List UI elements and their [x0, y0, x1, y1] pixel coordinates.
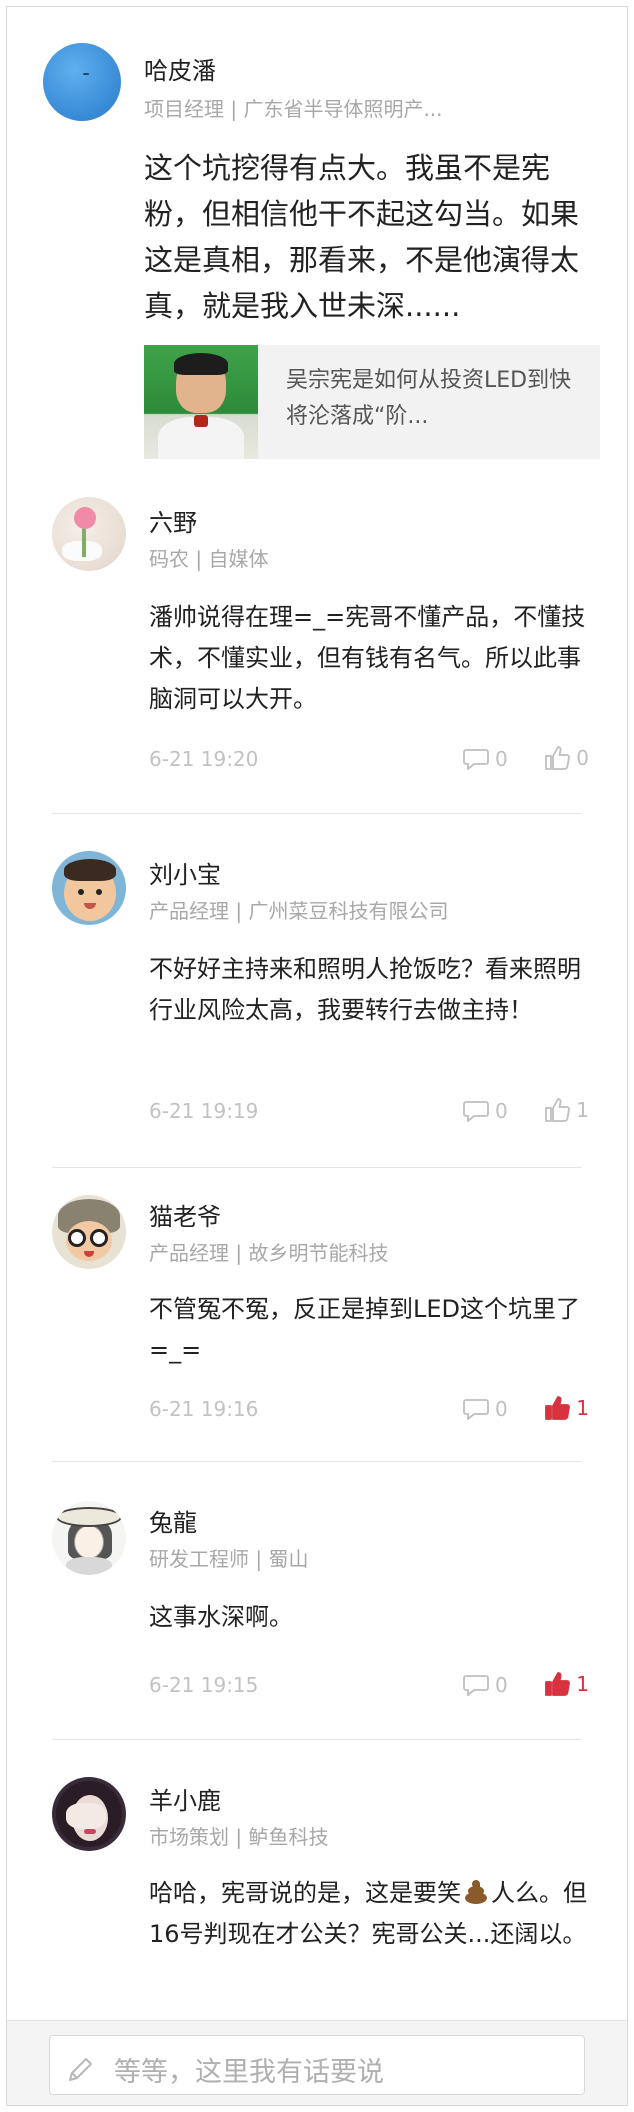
article-thumbnail	[144, 345, 258, 459]
divider	[52, 813, 582, 814]
commenter-name[interactable]: 羊小鹿	[149, 1781, 221, 1816]
thumbs-up-icon	[545, 1098, 571, 1122]
reply-button[interactable]: 0	[463, 1673, 508, 1697]
reply-count: 0	[495, 1099, 508, 1123]
commenter-avatar[interactable]	[52, 1501, 126, 1575]
commenter-meta: 码农 | 自媒体	[149, 547, 269, 571]
comment-time: 6-21 19:15	[149, 1673, 259, 1697]
comment-text: 潘帅说得在理=_=宪哥不懂产品，不懂技术，不懂实业，但有钱有名气。所以此事脑洞可…	[149, 603, 586, 713]
comment-bubble-icon	[463, 1675, 489, 1696]
like-button[interactable]: 1	[544, 1395, 589, 1421]
comment-input[interactable]: 等等，这里我有话要说	[49, 2035, 585, 2095]
comment-text: 不好好主持来和照明人抢饭吃？看来照明行业风险太高，我要转行去做主持！	[149, 955, 581, 1024]
comment-input-bar: 等等，这里我有话要说	[7, 2020, 627, 2105]
reply-count: 0	[495, 1397, 508, 1421]
like-button[interactable]: 1	[544, 1097, 589, 1123]
comment-text: 这事水深啊。	[149, 1603, 293, 1631]
poop-emoji	[463, 1880, 489, 1904]
like-count: 0	[576, 746, 589, 770]
divider	[52, 1739, 582, 1740]
comment-footer: 6-21 19:16 0 1	[149, 1395, 589, 1425]
comment-text: 哈哈，宪哥说的是，这是要笑 人么。但16号判现在才公关？宪哥公关...还阔以。	[149, 1873, 589, 1955]
commenter-meta: 产品经理 | 故乡明节能科技	[149, 1241, 389, 1265]
like-button[interactable]: 0	[544, 745, 589, 771]
comment-bubble-icon	[463, 1399, 489, 1420]
commenter-name[interactable]: 刘小宝	[149, 855, 221, 890]
pencil-icon	[69, 2058, 92, 2081]
like-count: 1	[576, 1396, 589, 1420]
input-placeholder: 等等，这里我有话要说	[114, 2057, 384, 2088]
comment-text-part: 哈哈，宪哥说的是，这是要笑	[149, 1879, 461, 1907]
comment-footer: 6-21 19:19 0 1	[149, 1097, 589, 1127]
reply-button[interactable]: 0	[463, 1397, 508, 1421]
comment-footer: 6-21 19:20 0 0	[149, 745, 589, 775]
commenter-avatar[interactable]	[52, 1195, 126, 1269]
divider	[52, 1461, 582, 1462]
author-meta: 项目经理 | 广东省半导体照明产...	[144, 97, 443, 121]
thumbs-up-icon	[545, 1396, 571, 1420]
comment-time: 6-21 19:16	[149, 1397, 259, 1421]
thumbs-up-icon	[545, 1672, 571, 1696]
comment-footer: 6-21 19:15 0 1	[149, 1671, 589, 1701]
like-count: 1	[576, 1672, 589, 1696]
commenter-meta: 产品经理 | 广州菜豆科技有限公司	[149, 899, 449, 923]
article-link-card[interactable]: 吴宗宪是如何从投资LED到快将沦落成“阶...	[144, 345, 600, 459]
commenter-meta: 研发工程师 | 蜀山	[149, 1547, 309, 1571]
post-content: 这个坑挖得有点大。我虽不是宪粉，但相信他干不起这勾当。如果这是真相，那看来，不是…	[144, 151, 580, 323]
commenter-name[interactable]: 兔龍	[149, 1503, 197, 1538]
commenter-name[interactable]: 六野	[149, 503, 197, 538]
reply-button[interactable]: 0	[463, 747, 508, 771]
commenter-avatar[interactable]	[52, 851, 126, 925]
commenter-meta: 市场策划 | 鲈鱼科技	[149, 1825, 329, 1849]
divider	[52, 1167, 582, 1168]
commenter-avatar[interactable]	[52, 1777, 126, 1851]
author-avatar[interactable]	[43, 43, 121, 121]
comment-bubble-icon	[463, 749, 489, 770]
thumbs-up-icon	[545, 746, 571, 770]
comment-time: 6-21 19:20	[149, 747, 259, 771]
reply-count: 0	[495, 747, 508, 771]
comment-bubble-icon	[463, 1101, 489, 1122]
author-name[interactable]: 哈皮潘	[144, 51, 216, 86]
comment-time: 6-21 19:19	[149, 1099, 259, 1123]
comment-text: 不管冤不冤，反正是掉到LED这个坑里了=_=	[149, 1295, 581, 1364]
commenter-avatar[interactable]	[52, 497, 126, 571]
comments-screen: 哈皮潘 项目经理 | 广东省半导体照明产... 这个坑挖得有点大。我虽不是宪粉，…	[6, 6, 628, 2106]
like-count: 1	[576, 1098, 589, 1122]
like-button[interactable]: 1	[544, 1671, 589, 1697]
article-title: 吴宗宪是如何从投资LED到快将沦落成“阶...	[286, 368, 572, 429]
reply-button[interactable]: 0	[463, 1099, 508, 1123]
commenter-name[interactable]: 猫老爷	[149, 1197, 221, 1232]
reply-count: 0	[495, 1673, 508, 1697]
